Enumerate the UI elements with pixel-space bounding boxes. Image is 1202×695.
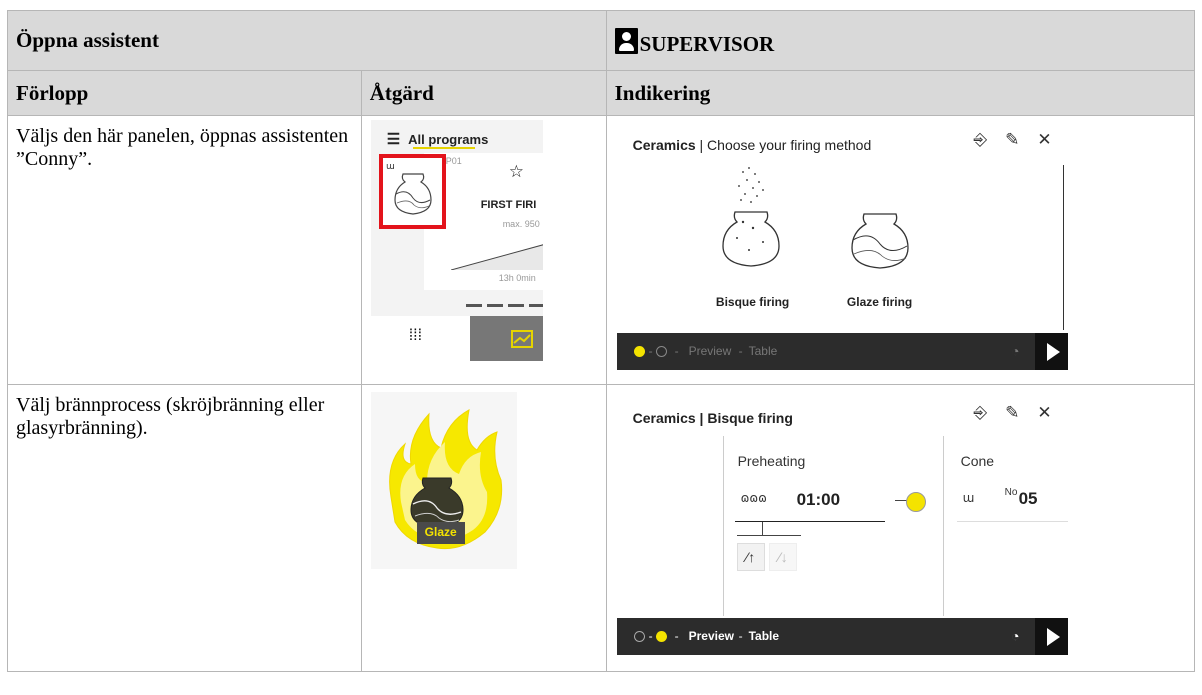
import-icon[interactable]: ⎆ xyxy=(973,403,987,423)
ramp-mode-toggle[interactable]: ⁄↑ ⁄↓ xyxy=(736,543,817,573)
edit-icon[interactable]: ✎ xyxy=(1005,403,1019,423)
chart-icon xyxy=(510,330,533,348)
table-header-row: Öppna assistent SUPERVISOR xyxy=(7,10,1196,71)
instruction-table: Öppna assistent SUPERVISOR Förlopp Åtgär… xyxy=(7,10,1196,672)
glaze-firing-tile[interactable]: Glaze xyxy=(370,392,517,569)
column-header-action: Åtgärd xyxy=(360,70,607,116)
screen-title: Ceramics | Choose your firing method xyxy=(632,137,872,153)
screen-toolbar: ⎆ ✎ ✕ xyxy=(973,403,1051,423)
preheating-status-dot[interactable] xyxy=(905,492,926,512)
glaze-firing-label: Glaze firing xyxy=(846,295,913,309)
program-name: FIRST FIRI xyxy=(480,199,537,211)
table-row: Väljs den här panelen, öppnas assistente… xyxy=(7,115,1196,385)
bisque-vase-icon xyxy=(721,167,780,267)
close-icon[interactable]: ✕ xyxy=(1037,403,1051,423)
indication-cell: Ceramics | Bisque firing ⎆ ✎ ✕ Preheatin… xyxy=(605,384,1196,672)
column-header-progress: Förlopp xyxy=(7,70,362,116)
step-dot-inactive xyxy=(655,346,667,357)
timer-icon[interactable]: ◔ xyxy=(1011,628,1019,644)
firing-method-screen: Ceramics | Choose your firing method ⎆ ✎… xyxy=(616,120,1068,370)
connector xyxy=(894,500,907,501)
action-cell: Glaze xyxy=(360,384,607,672)
action-cell: ☰ All programs P01 ☆ FIRST FIRI max. 950… xyxy=(360,115,607,385)
page-indicator xyxy=(465,304,543,307)
grid-icon: ⁞⁞⁞ xyxy=(408,327,423,344)
all-programs-header[interactable]: ☰ All programs xyxy=(387,130,489,148)
nav-table[interactable]: Table xyxy=(749,344,778,358)
ramp-down-icon[interactable]: ⁄↓ xyxy=(769,543,798,571)
glaze-vase-icon xyxy=(850,213,909,269)
cone-prefix: No xyxy=(1004,487,1018,498)
indication-cell: Ceramics | Choose your firing method ⎆ ✎… xyxy=(605,115,1196,385)
cone-value: 05 xyxy=(1018,489,1038,508)
screen-nav-bar: - - Preview - Table ◔ xyxy=(616,618,1068,655)
bisque-firing-label: Bisque firing xyxy=(715,295,790,309)
glaze-firing-option[interactable]: Glaze firing xyxy=(830,160,930,309)
cone-label: Cone xyxy=(960,453,995,469)
play-icon xyxy=(1046,628,1060,646)
table-row: Välj brännprocess (skröjbränning eller g… xyxy=(7,384,1196,672)
list-icon: ☰ xyxy=(386,131,401,148)
row-description: Välj brännprocess (skröjbränning eller g… xyxy=(7,384,362,672)
page: Öppna assistent SUPERVISOR Förlopp Åtgär… xyxy=(0,0,1202,695)
step-dot-active xyxy=(633,346,645,357)
supervisor-title: SUPERVISOR xyxy=(639,31,775,56)
program-duration: 13h 0min xyxy=(498,273,536,283)
divider xyxy=(722,436,724,616)
divider xyxy=(1062,165,1064,330)
open-assistant-title: Öppna assistent xyxy=(16,28,159,52)
start-button[interactable] xyxy=(1034,618,1068,655)
curve-view-button[interactable] xyxy=(469,316,543,361)
nav-table[interactable]: Table xyxy=(749,629,779,643)
connector xyxy=(761,522,763,536)
flame-vase-icon xyxy=(388,409,502,550)
ramp-up-icon[interactable]: ⁄↑ xyxy=(736,543,765,571)
import-icon[interactable]: ⎆ xyxy=(973,130,987,150)
tab-underline xyxy=(412,147,475,149)
row-description: Väljs den här panelen, öppnas assistente… xyxy=(7,115,362,385)
bisque-firing-screen: Ceramics | Bisque firing ⎆ ✎ ✕ Preheatin… xyxy=(616,393,1068,655)
close-icon[interactable]: ✕ xyxy=(1037,130,1051,150)
column-header-indication: Indikering xyxy=(605,70,1196,116)
preheating-time: 01:00 xyxy=(796,490,841,509)
nav-preview[interactable]: Preview xyxy=(689,629,734,643)
nav-preview[interactable]: Preview xyxy=(689,344,732,358)
divider xyxy=(942,436,944,616)
open-assistant-heading: Öppna assistent xyxy=(7,10,607,71)
supervisor-heading: SUPERVISOR xyxy=(605,10,1196,71)
heat-icon: ɯ xyxy=(962,491,975,505)
step-dot-inactive xyxy=(633,631,645,642)
screen-title: Ceramics | Bisque firing xyxy=(632,410,793,426)
program-max-temp: max. 950 xyxy=(502,219,540,229)
screen-toolbar: ⎆ ✎ ✕ xyxy=(973,130,1051,150)
connector xyxy=(736,535,801,536)
program-number: P01 xyxy=(445,156,462,166)
play-icon xyxy=(1046,343,1060,361)
svg-text:ɯ: ɯ xyxy=(386,162,395,172)
timer-icon[interactable]: ◔ xyxy=(1011,343,1019,359)
preheating-time-field[interactable]: ɷɷɷ 01:00 xyxy=(734,481,885,522)
column-header-row: Förlopp Åtgärd Indikering xyxy=(7,70,1196,116)
preheating-label: Preheating xyxy=(737,453,806,469)
screen-nav-bar: - - Preview - Table ◔ xyxy=(616,333,1068,370)
step-dot-active xyxy=(655,631,667,642)
start-button[interactable] xyxy=(1034,333,1068,370)
flame-icon: ɷɷɷ xyxy=(740,491,767,505)
ceramics-tile-highlighted[interactable]: ɯ xyxy=(378,154,446,229)
user-icon xyxy=(614,27,638,54)
edit-icon[interactable]: ✎ xyxy=(1005,130,1019,150)
cone-field[interactable]: ɯ No 05 xyxy=(956,481,1068,522)
program-list-screenshot: ☰ All programs P01 ☆ FIRST FIRI max. 950… xyxy=(370,120,543,361)
firing-curve-icon xyxy=(450,244,543,270)
vase-icon: ɯ xyxy=(386,162,432,215)
glaze-label: Glaze xyxy=(424,525,457,539)
bisque-firing-option[interactable]: Bisque firing xyxy=(703,160,803,309)
star-icon[interactable]: ☆ xyxy=(509,162,524,182)
